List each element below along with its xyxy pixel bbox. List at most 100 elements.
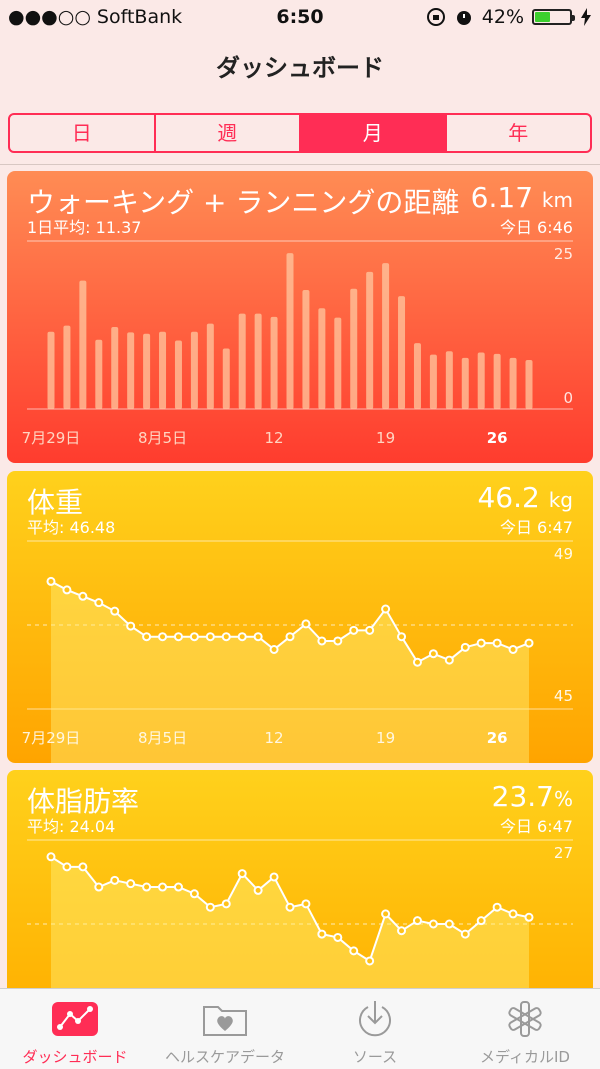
data-point (158, 632, 168, 642)
divider (0, 164, 600, 165)
tab-sources[interactable]: ソース (300, 989, 450, 1069)
data-point (78, 591, 88, 601)
data-point (397, 926, 407, 936)
walking-running-card[interactable]: 25 0 7月29日 8月5日 12 19 26 ウォーキング + ランニングの距離 6.1… (7, 171, 593, 463)
data-point (189, 889, 199, 899)
data-point (94, 598, 104, 608)
area-fill (51, 581, 529, 763)
data-point (253, 632, 263, 642)
data-point (397, 632, 407, 642)
tab-health-data[interactable]: ヘルスケアデータ (150, 989, 300, 1069)
bar (95, 339, 103, 409)
data-point (126, 621, 136, 631)
data-point (269, 644, 279, 654)
bar (461, 357, 469, 409)
dashboard-icon (52, 1002, 98, 1036)
data-point (476, 638, 486, 648)
bar (238, 313, 246, 409)
data-point (317, 636, 327, 646)
data-point (173, 632, 183, 642)
card-average: 平均: 46.48 (27, 518, 116, 537)
sources-download-icon (359, 1001, 391, 1037)
data-point (524, 638, 534, 648)
bar (302, 290, 310, 409)
x-tick-label: 7月29日 (22, 729, 81, 747)
weight-card[interactable]: 49 45 7月29日 8月5日 12 19 26 体重 46.2 kg 平均: 46.48… (7, 471, 593, 763)
health-data-folder-icon (203, 1006, 247, 1036)
segment-day[interactable]: 日 (10, 115, 156, 151)
data-point (317, 929, 327, 939)
page-title: ダッシュボード (216, 54, 384, 82)
data-point (444, 655, 454, 665)
y-tick-label: 0 (563, 389, 573, 407)
data-point (381, 909, 391, 919)
bar (111, 327, 119, 409)
data-point (333, 932, 343, 942)
data-point (62, 585, 72, 595)
battery-icon (532, 9, 575, 25)
data-point (94, 882, 104, 892)
data-point (269, 872, 279, 882)
bar (47, 331, 55, 409)
data-point (365, 625, 375, 635)
data-point (62, 862, 72, 872)
tab-label: メディカルID (480, 1048, 570, 1066)
data-point (381, 604, 391, 614)
data-point (46, 852, 56, 862)
data-point (46, 576, 56, 586)
segment-year[interactable]: 年 (447, 115, 591, 151)
y-tick-label: 49 (554, 545, 573, 563)
data-point (492, 638, 502, 648)
bar (190, 331, 198, 409)
battery-percent: 42% (481, 6, 524, 28)
data-point (78, 862, 88, 872)
bar (63, 325, 71, 409)
x-tick-label: 19 (376, 429, 395, 447)
data-point (349, 946, 359, 956)
card-timestamp: 今日 6:47 (499, 817, 573, 836)
data-point (126, 879, 136, 889)
charging-icon (581, 8, 591, 26)
orientation-lock-icon (426, 8, 445, 26)
tab-medical-id[interactable]: メディカルID (450, 989, 600, 1069)
x-tick-label: 8月5日 (138, 729, 187, 747)
bar (366, 271, 374, 409)
card-average: 1日平均: 11.37 (27, 218, 142, 237)
bar (174, 340, 182, 409)
card-average: 平均: 24.04 (27, 817, 116, 836)
bar (382, 263, 390, 409)
card-timestamp: 今日 6:47 (499, 518, 573, 537)
bar (143, 333, 151, 409)
data-point (237, 632, 247, 642)
data-point (142, 882, 152, 892)
data-point (444, 919, 454, 929)
bar (222, 348, 230, 409)
segment-month[interactable]: 月 (301, 115, 447, 151)
tab-label: ソース (352, 1048, 398, 1066)
bar (334, 317, 342, 409)
tab-label: ダッシュボード (22, 1048, 128, 1066)
bar (127, 332, 135, 409)
bar (398, 296, 406, 409)
bar (254, 313, 262, 409)
x-tick-label: 26 (487, 729, 508, 747)
bar (413, 343, 421, 409)
data-point (349, 625, 359, 635)
data-point (333, 636, 343, 646)
status-right: 42% (426, 6, 592, 28)
tab-bar: ダッシュボード ヘルスケアデータ ソース メディカルID (0, 988, 600, 1069)
bar (350, 288, 358, 409)
alarm-icon (456, 11, 471, 25)
segment-week[interactable]: 週 (156, 115, 301, 151)
bar (206, 323, 214, 409)
data-point (205, 902, 215, 912)
body-fat-card[interactable]: 27 体脂肪率 23.7% 平均: 24.04 今日 6:47 (7, 770, 593, 1010)
y-tick-label: 27 (554, 844, 573, 862)
data-point (110, 875, 120, 885)
data-point (412, 916, 422, 926)
tab-dashboard[interactable]: ダッシュボード (0, 989, 150, 1069)
period-segmented-control: 日 週 月 年 (8, 113, 592, 153)
data-point (142, 632, 152, 642)
data-point (173, 882, 183, 892)
bar (525, 359, 533, 409)
